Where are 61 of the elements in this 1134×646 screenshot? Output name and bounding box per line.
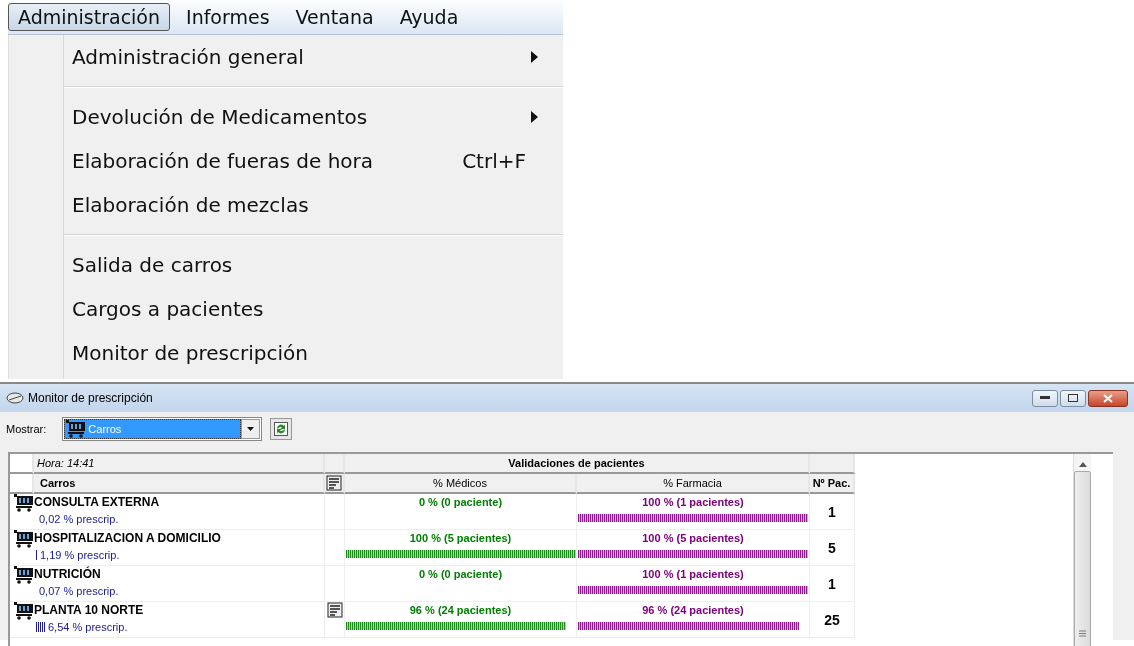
- grip-icon: [1079, 630, 1086, 637]
- row-name: CONSULTA EXTERNA: [34, 494, 161, 511]
- row-name: NUTRICIÓN: [34, 566, 102, 583]
- validation-percent: 96 % (24 pacientes): [409, 603, 512, 618]
- minimize-button[interactable]: [1032, 389, 1058, 407]
- pill-icon: [6, 392, 24, 404]
- time-label: Hora: 14:41: [34, 454, 325, 474]
- patient-count: 1: [810, 494, 855, 530]
- cart-icon: [14, 530, 34, 548]
- maximize-icon: [1068, 394, 1078, 402]
- dropdown-value: Carros: [88, 423, 122, 435]
- menu-item[interactable]: Devolución de Medicamentos: [72, 105, 531, 129]
- row-name: PLANTA 10 NORTE: [34, 602, 145, 619]
- cart-icon: [14, 494, 34, 512]
- prescription-percent: 0,02 % prescrip.: [39, 512, 119, 527]
- shortcut-label: Ctrl+F: [462, 149, 526, 173]
- menu-bar-item[interactable]: Ayuda: [389, 3, 469, 31]
- scrollbar-thumb[interactable]: [1074, 471, 1091, 646]
- dropdown-arrow-icon: [247, 427, 255, 431]
- cart-icon: [14, 566, 34, 584]
- close-icon: [1103, 393, 1113, 403]
- header-cell: [810, 454, 855, 474]
- prescription-percent: 0,07 % prescrip.: [39, 584, 119, 599]
- minimize-icon: [1040, 396, 1050, 400]
- refresh-button[interactable]: [270, 418, 293, 440]
- close-button[interactable]: [1088, 389, 1128, 407]
- note-icon: [326, 475, 342, 491]
- patient-count: 25: [810, 602, 855, 638]
- validation-percent: 100 % (1 pacientes): [642, 495, 744, 510]
- menu-item[interactable]: Monitor de prescripción: [72, 341, 538, 365]
- window-title: Monitor de prescripción: [28, 391, 154, 405]
- menu-item[interactable]: Elaboración de mezclas: [72, 193, 538, 217]
- validation-percent: 0 % (0 paciente): [418, 495, 503, 510]
- menu-item[interactable]: Elaboración de fueras de hora: [72, 149, 463, 173]
- maximize-button[interactable]: [1060, 389, 1086, 407]
- patient-count: 5: [810, 530, 855, 566]
- menu-item[interactable]: Salida de carros: [72, 253, 538, 277]
- refresh-icon: [274, 422, 289, 436]
- validation-percent: 96 % (24 pacientes): [642, 603, 744, 618]
- row-name: HOSPITALIZACION A DOMICILIO: [34, 530, 222, 547]
- validation-percent: 0 % (0 paciente): [418, 567, 503, 582]
- validation-percent: 100 % (5 pacientes): [409, 531, 512, 546]
- column-group-header: Validaciones de pacientes: [345, 454, 810, 474]
- menu-bar-item[interactable]: Informes: [176, 3, 280, 31]
- column-header[interactable]: Carros: [34, 474, 325, 494]
- scroll-up-icon[interactable]: [1078, 462, 1087, 467]
- filter-label: Mostrar:: [6, 423, 47, 435]
- column-header[interactable]: % Médicos: [345, 474, 577, 494]
- cart-icon: [14, 602, 34, 620]
- patient-count: 1: [810, 566, 855, 602]
- menu-bar-item[interactable]: Ventana: [285, 3, 384, 31]
- validation-percent: 100 % (5 pacientes): [642, 531, 744, 546]
- prescription-percent: 6,54 % prescrip.: [48, 620, 128, 635]
- menu-item[interactable]: Administración general: [72, 45, 531, 69]
- menu-item[interactable]: Cargos a pacientes: [72, 297, 538, 321]
- column-header[interactable]: Nº Pac.: [810, 474, 855, 494]
- cart-icon: [66, 420, 87, 438]
- menu-bar-item[interactable]: Administración: [8, 3, 171, 31]
- prescription-percent: 1,19 % prescrip.: [40, 548, 120, 563]
- column-header[interactable]: % Farmacia: [577, 474, 810, 494]
- validation-percent: 100 % (1 pacientes): [642, 567, 744, 582]
